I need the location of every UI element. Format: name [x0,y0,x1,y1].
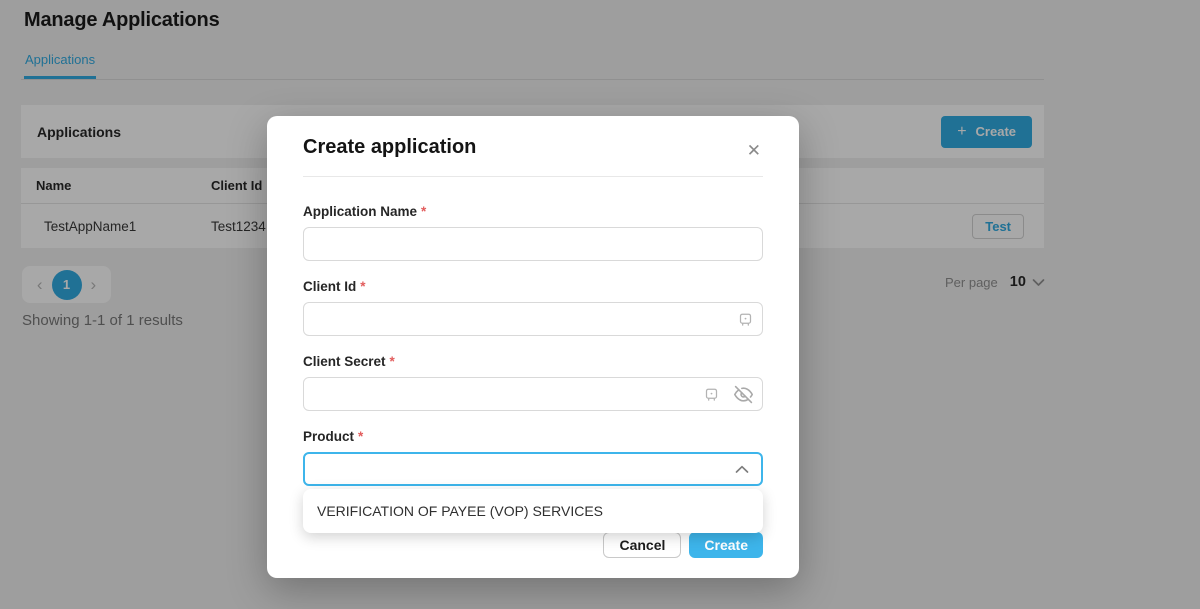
required-asterisk: * [358,429,363,444]
product-dropdown: VERIFICATION OF PAYEE (VOP) SERVICES [303,489,763,533]
client-id-label-text: Client Id [303,279,356,294]
application-name-input[interactable] [303,227,763,261]
cancel-button[interactable]: Cancel [603,532,681,558]
client-secret-input[interactable] [303,377,763,411]
close-icon: ✕ [747,141,761,160]
modal-divider [303,176,763,177]
autofill-vault-icon[interactable] [704,387,719,402]
create-application-modal: Create application ✕ Application Name * C… [267,116,799,578]
chevron-up-icon [735,465,749,474]
application-name-label: Application Name * [303,204,763,219]
application-name-label-text: Application Name [303,204,417,219]
required-asterisk: * [390,354,395,369]
close-button[interactable]: ✕ [745,140,763,161]
create-submit-button[interactable]: Create [689,532,763,558]
client-secret-label: Client Secret * [303,354,763,369]
autofill-vault-icon[interactable] [738,312,753,327]
modal-footer: Cancel Create [303,532,763,558]
product-option[interactable]: VERIFICATION OF PAYEE (VOP) SERVICES [303,489,763,533]
client-secret-label-text: Client Secret [303,354,386,369]
modal-title: Create application [303,116,763,159]
product-label: Product * [303,429,763,444]
hide-password-icon[interactable] [734,385,753,404]
required-asterisk: * [360,279,365,294]
product-label-text: Product [303,429,354,444]
required-asterisk: * [421,204,426,219]
product-select[interactable] [303,452,763,486]
client-id-label: Client Id * [303,279,763,294]
client-id-input[interactable] [303,302,763,336]
